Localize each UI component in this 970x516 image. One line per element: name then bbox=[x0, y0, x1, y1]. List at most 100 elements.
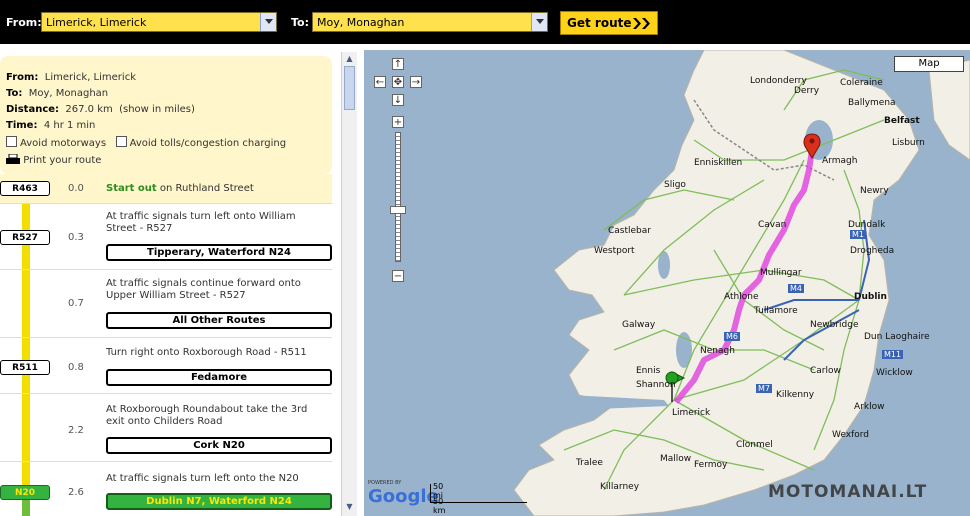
city-label: Tralee bbox=[576, 458, 603, 468]
zoom-out-button[interactable]: − bbox=[392, 270, 404, 282]
city-label: Dun Laoghaire bbox=[864, 332, 930, 342]
pan-center-button[interactable]: ✥ bbox=[392, 76, 404, 88]
google-logo: Google bbox=[368, 486, 439, 507]
route-summary: From: Limerick, Limerick To: Moy, Monagh… bbox=[0, 56, 332, 174]
double-chevron-right-icon bbox=[633, 18, 650, 29]
get-route-label: Get route bbox=[567, 16, 632, 30]
city-label: Galway bbox=[622, 320, 656, 330]
step-distance: 2.2 bbox=[68, 425, 84, 436]
city-label: Belfast bbox=[884, 116, 920, 126]
avoid-motorways-checkbox[interactable] bbox=[6, 136, 17, 147]
city-label: Ennis bbox=[636, 366, 661, 376]
city-label: Athlone bbox=[724, 292, 759, 302]
road-shield: R527 bbox=[0, 230, 50, 245]
city-label: Cavan bbox=[758, 220, 787, 230]
motorway-shield: M1 bbox=[850, 230, 866, 239]
pan-down-button[interactable]: ↓ bbox=[392, 94, 404, 106]
summary-from: From: Limerick, Limerick bbox=[6, 72, 136, 83]
directions-panel: From: Limerick, Limerick To: Moy, Monagh… bbox=[0, 52, 357, 516]
britain-landmass bbox=[928, 59, 970, 161]
city-label: Wexford bbox=[832, 430, 870, 440]
direction-step[interactable]: 2.2 At Roxborough Roundabout take the 3r… bbox=[0, 394, 332, 462]
summary-time: Time: 4 hr 1 min bbox=[6, 120, 96, 131]
avoid-tolls-label: Avoid tolls/congestion charging bbox=[129, 138, 287, 149]
city-label: Arklow bbox=[854, 402, 885, 412]
direction-sign: All Other Routes bbox=[106, 312, 332, 329]
avoid-tolls-checkbox[interactable] bbox=[115, 136, 127, 147]
city-label: Carlow bbox=[810, 366, 841, 376]
city-label: Mallow bbox=[660, 454, 692, 464]
directions-scrollbar[interactable]: ▲ ▼ bbox=[341, 52, 357, 516]
summary-distance: Distance: 267.0 km (show in miles) bbox=[6, 104, 195, 115]
city-label: Londonderry bbox=[750, 76, 807, 86]
route-map[interactable]: Londonderry Derry Coleraine Ballymena Be… bbox=[364, 50, 970, 516]
city-label: Mullingar bbox=[760, 268, 802, 278]
pan-up-button[interactable]: ↑ bbox=[392, 58, 404, 70]
avoid-motorways-label: Avoid motorways bbox=[20, 138, 107, 149]
show-in-miles-link[interactable]: (show in miles) bbox=[119, 104, 195, 115]
direction-step[interactable]: N20 2.6 At traffic signals turn left ont… bbox=[0, 462, 332, 516]
scrollbar-thumb[interactable] bbox=[344, 66, 355, 110]
direction-step[interactable]: R527 0.3 At traffic signals turn left on… bbox=[0, 204, 332, 270]
direction-step[interactable]: R511 0.8 Turn right onto Roxborough Road… bbox=[0, 338, 332, 394]
city-label: Nenagh bbox=[700, 346, 735, 356]
city-label: Lisburn bbox=[892, 138, 925, 148]
summary-to: To: Moy, Monaghan bbox=[6, 88, 109, 99]
direction-step[interactable]: R463 0.0 Start out on Ruthland Street bbox=[0, 174, 332, 204]
step-distance: 2.6 bbox=[68, 487, 84, 498]
avoid-options: Avoid motorways Avoid tolls/congestion c… bbox=[6, 136, 286, 149]
get-route-button[interactable]: Get route bbox=[560, 11, 658, 35]
zoom-slider-handle[interactable] bbox=[390, 206, 406, 214]
city-label: Killarney bbox=[600, 482, 640, 492]
from-select-value: Limerick, Limerick bbox=[46, 16, 147, 29]
to-label: To: bbox=[291, 16, 309, 29]
motorway-shield: M7 bbox=[756, 384, 772, 393]
city-label: Sligo bbox=[664, 180, 686, 190]
step-distance: 0.7 bbox=[68, 298, 84, 309]
from-select[interactable]: Limerick, Limerick bbox=[41, 12, 277, 32]
city-label: Newry bbox=[860, 186, 889, 196]
city-label: Derry bbox=[794, 86, 820, 96]
city-label: Dublin bbox=[854, 292, 887, 302]
print-route-link[interactable]: Print your route bbox=[6, 153, 101, 166]
city-label: Wicklow bbox=[876, 368, 913, 378]
zoom-in-button[interactable]: + bbox=[392, 116, 404, 128]
motorway-shield: M6 bbox=[724, 332, 740, 341]
step-instruction: At traffic signals turn left onto the N2… bbox=[106, 473, 299, 484]
direction-sign: Cork N20 bbox=[106, 437, 332, 454]
chevron-down-icon[interactable] bbox=[531, 13, 547, 31]
road-shield: R511 bbox=[0, 360, 50, 375]
zoom-slider-track[interactable] bbox=[395, 132, 401, 262]
step-instruction: At Roxborough Roundabout take the 3rd ex… bbox=[106, 404, 308, 427]
city-label: Coleraine bbox=[840, 78, 883, 88]
direction-sign: Fedamore bbox=[106, 369, 332, 386]
step-distance: 0.3 bbox=[68, 232, 84, 243]
step-distance: 0.8 bbox=[68, 362, 84, 373]
printer-icon bbox=[6, 153, 20, 164]
step-distance: 0.0 bbox=[68, 183, 84, 194]
city-label: Drogheda bbox=[850, 246, 895, 256]
motorway-shield: M4 bbox=[788, 284, 804, 293]
pan-right-button[interactable]: → bbox=[410, 76, 422, 88]
city-label: Ballymena bbox=[848, 98, 896, 108]
watermark: MOTOMANAI.LT bbox=[768, 482, 928, 502]
step-instruction: Turn right onto Roxborough Road - R511 bbox=[106, 347, 307, 358]
to-select[interactable]: Moy, Monaghan bbox=[312, 12, 548, 32]
road-shield: R463 bbox=[0, 181, 50, 196]
city-label: Newbridge bbox=[810, 320, 859, 330]
chevron-down-icon[interactable] bbox=[260, 13, 276, 31]
to-select-value: Moy, Monaghan bbox=[317, 16, 405, 29]
city-label: Kilkenny bbox=[776, 390, 815, 400]
map-canvas bbox=[513, 50, 970, 516]
city-label: Clonmel bbox=[736, 440, 773, 450]
step-instruction: At traffic signals turn left onto Willia… bbox=[106, 211, 296, 234]
direction-step[interactable]: 0.7 At traffic signals continue forward … bbox=[0, 270, 332, 338]
direction-sign: Dublin N7, Waterford N24 bbox=[106, 493, 332, 510]
pan-left-button[interactable]: ← bbox=[374, 76, 386, 88]
scroll-down-arrow-icon[interactable]: ▼ bbox=[344, 502, 355, 512]
scroll-up-arrow-icon[interactable]: ▲ bbox=[344, 54, 355, 64]
map-type-button[interactable]: Map bbox=[894, 56, 964, 72]
road-shield: N20 bbox=[0, 485, 50, 500]
city-label: Limerick bbox=[672, 408, 711, 418]
city-label: Dundalk bbox=[848, 220, 886, 230]
